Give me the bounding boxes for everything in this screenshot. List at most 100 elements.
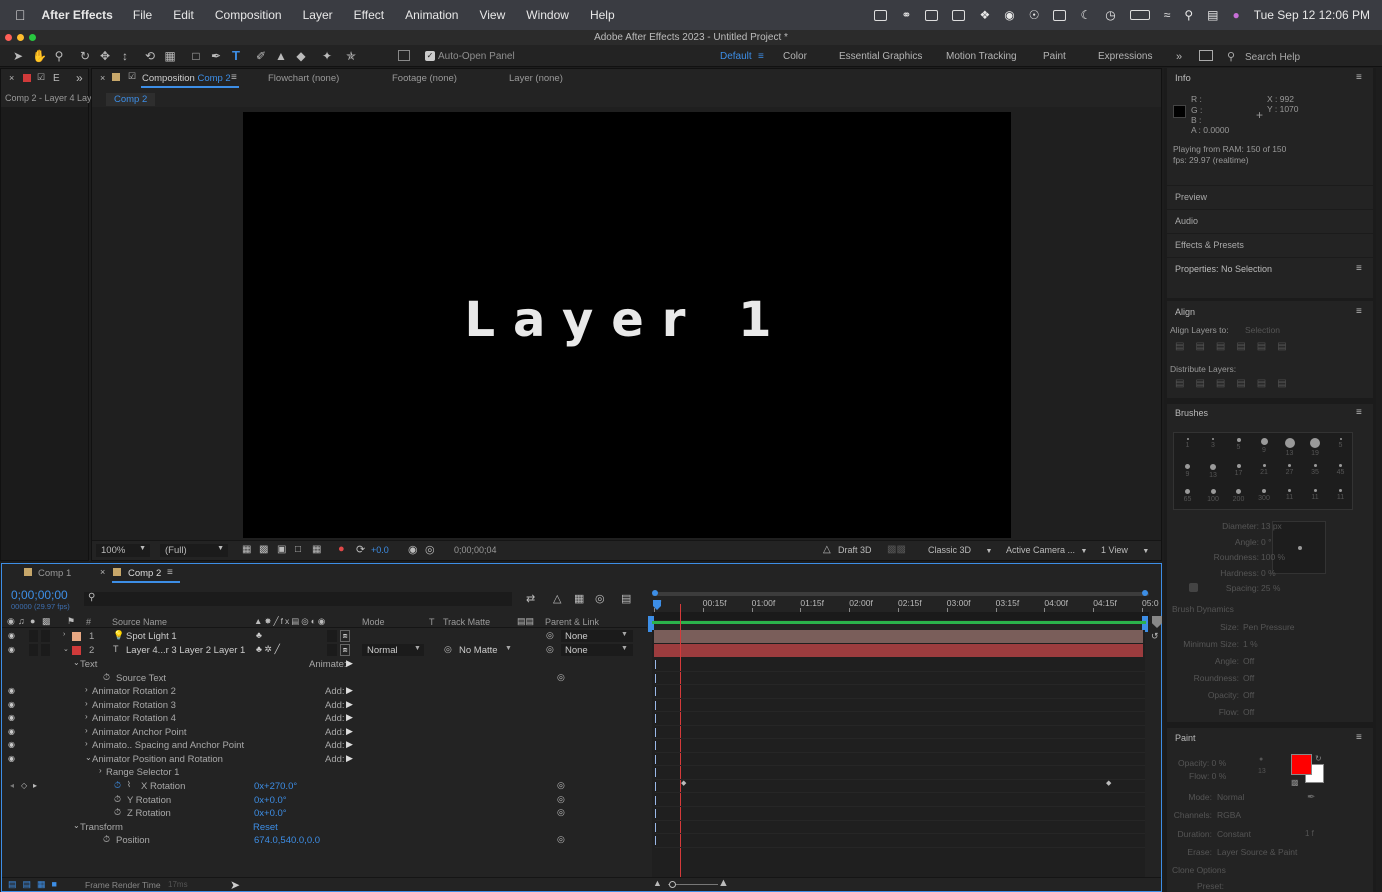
- menu-effect[interactable]: Effect: [354, 8, 384, 22]
- work-area-start-handle[interactable]: [652, 590, 658, 596]
- tab-menu-icon[interactable]: ≡: [167, 567, 173, 578]
- selection-tool-icon[interactable]: ➤: [11, 49, 25, 63]
- layer-1-duration-bar[interactable]: [654, 630, 1143, 643]
- layer-row[interactable]: ◉ › 1 💡 Spot Light 1 ♣ ⧈ ◎ None ▼: [5, 630, 645, 644]
- lock-toggle[interactable]: [41, 643, 50, 656]
- paint-prop-dropdown[interactable]: Constant: [1217, 829, 1251, 839]
- property-value[interactable]: 0x+270.0°: [254, 781, 297, 792]
- zoom-slider-handle[interactable]: [669, 881, 676, 888]
- property-track[interactable]: [655, 739, 1145, 753]
- twirl-down-icon[interactable]: ⌄: [73, 821, 80, 830]
- comp2-tab[interactable]: Comp 2: [128, 568, 161, 579]
- x-rotation-property[interactable]: ◂ ◇ ▸ ⏱ ⌇ X Rotation 0x+270.0° ◎: [5, 780, 645, 794]
- creative-cloud-icon[interactable]: ⚭: [901, 8, 911, 22]
- brush-tip[interactable]: 27: [1277, 461, 1302, 485]
- brush-tip[interactable]: 19: [1303, 435, 1328, 459]
- siri-icon[interactable]: ●: [1232, 8, 1239, 22]
- time-ruler[interactable]: 0f00:15f01:00f01:15f02:00f02:15f03:00f03…: [652, 598, 1159, 612]
- puppet-pin-tool-icon[interactable]: ✯: [344, 49, 358, 63]
- brush-tip[interactable]: 21: [1252, 461, 1277, 485]
- stopwatch-icon[interactable]: ⏱: [114, 794, 121, 805]
- menu-window[interactable]: Window: [526, 8, 569, 22]
- animator-group[interactable]: ◉ ⌄ Animator Position and Rotation Add: ▶: [5, 753, 645, 767]
- property-track[interactable]: [655, 766, 1145, 780]
- pan-camera-tool-icon[interactable]: ✥: [98, 49, 112, 63]
- property-track[interactable]: [655, 699, 1145, 713]
- fast-previews-icon[interactable]: ▦: [242, 544, 251, 555]
- brush-dynamics-dropdown[interactable]: Pen Pressure: [1243, 622, 1295, 632]
- close-composition-tab-icon[interactable]: ×: [100, 73, 105, 83]
- menu-help[interactable]: Help: [590, 8, 615, 22]
- solo-toggle[interactable]: [29, 643, 38, 656]
- layer-label-color[interactable]: [72, 632, 81, 641]
- project-item[interactable]: Comp 2 - Layer 4 Lay: [5, 93, 92, 103]
- add-menu-icon[interactable]: ▶: [346, 726, 353, 737]
- property-track[interactable]: [655, 753, 1145, 767]
- brush-tip[interactable]: 100: [1201, 486, 1226, 510]
- menu-edit[interactable]: Edit: [173, 8, 194, 22]
- zoom-dropdown[interactable]: 100% ▼: [96, 544, 150, 557]
- source-name-header[interactable]: Source Name: [112, 617, 167, 627]
- next-keyframe-icon[interactable]: ▸: [33, 781, 37, 790]
- comp-breadcrumb[interactable]: Comp 2: [106, 93, 156, 106]
- brush-tip[interactable]: 5: [1328, 435, 1353, 459]
- moon-icon[interactable]: ☾: [1080, 8, 1091, 22]
- close-comp2-tab-icon[interactable]: ×: [100, 567, 105, 577]
- workspace-color[interactable]: Color: [783, 51, 807, 62]
- grammarly-icon[interactable]: ☉: [1029, 8, 1040, 22]
- pan-behind-tool-icon[interactable]: ▦: [163, 49, 177, 63]
- stopwatch-icon[interactable]: ⏱: [103, 672, 110, 683]
- draft-3d-icon[interactable]: △: [823, 544, 831, 555]
- roto-brush-tool-icon[interactable]: ✦: [320, 49, 334, 63]
- twirl-right-icon[interactable]: ›: [85, 726, 88, 735]
- expand-panel-icon[interactable]: »: [76, 71, 83, 85]
- expand-layer-icon[interactable]: ›: [63, 631, 65, 638]
- workspace-paint[interactable]: Paint: [1043, 51, 1066, 62]
- foreground-color-swatch[interactable]: [1291, 754, 1312, 775]
- 3d-layer-toggle-icon[interactable]: ⧈: [340, 630, 350, 642]
- video-toggle-icon[interactable]: ◉: [8, 645, 17, 653]
- brush-tip[interactable]: 1: [1175, 435, 1200, 459]
- animator-group[interactable]: ◉ › Animator Anchor Point Add: ▶: [5, 726, 645, 740]
- hand-tool-icon[interactable]: ✋: [32, 49, 47, 63]
- brush-tip[interactable]: 17: [1226, 461, 1251, 485]
- align-to-dropdown[interactable]: Selection: [1245, 325, 1280, 335]
- app-status-icon[interactable]: [952, 9, 966, 21]
- add-menu-icon[interactable]: ▶: [346, 712, 353, 723]
- extension-icon[interactable]: ◉: [1004, 8, 1014, 22]
- zoom-out-icon[interactable]: ▲: [653, 878, 662, 888]
- paint-prop-dropdown[interactable]: RGBA: [1217, 810, 1241, 820]
- workspace-essential-graphics[interactable]: Essential Graphics: [839, 51, 922, 62]
- num-column-header[interactable]: #: [86, 617, 91, 627]
- transform-group[interactable]: ⌄ Transform Reset: [5, 821, 645, 835]
- y-rotation-property[interactable]: ⏱ Y Rotation 0x+0.0° ◎: [5, 794, 645, 808]
- menu-layer[interactable]: Layer: [303, 8, 333, 22]
- property-value[interactable]: 0x+0.0°: [254, 795, 287, 806]
- brush-tip[interactable]: 11: [1303, 486, 1328, 510]
- switch-icons[interactable]: ♣ ✲ ╱: [256, 644, 280, 655]
- keyboard-icon[interactable]: [1053, 9, 1067, 21]
- twirl-right-icon[interactable]: ›: [99, 766, 102, 775]
- draft-3d-label[interactable]: Draft 3D: [838, 545, 872, 555]
- minimize-window-button[interactable]: [17, 34, 24, 41]
- canvas-text-layer[interactable]: Layer 1: [464, 292, 789, 348]
- add-menu-icon[interactable]: ▶: [346, 685, 353, 696]
- brush-tip[interactable]: 11: [1328, 486, 1353, 510]
- layer-2-duration-bar[interactable]: [654, 644, 1143, 657]
- timeline-search-input[interactable]: ⚲: [84, 592, 512, 606]
- expand-layer-icon[interactable]: ⌄: [63, 645, 69, 653]
- brush-tip[interactable]: 300: [1252, 486, 1277, 510]
- menu-composition[interactable]: Composition: [215, 8, 282, 22]
- property-track[interactable]: [655, 712, 1145, 726]
- add-menu-icon[interactable]: ▶: [346, 739, 353, 750]
- source-text-property[interactable]: ⏱ Source Text ◎: [5, 672, 645, 686]
- info-panel-title[interactable]: Info: [1175, 73, 1191, 84]
- stopwatch-icon[interactable]: ⏱: [114, 780, 121, 791]
- add-menu-icon[interactable]: ▶: [346, 699, 353, 710]
- apple-icon[interactable]: : [15, 7, 26, 23]
- brush-dynamics-dropdown[interactable]: 1 %: [1243, 639, 1258, 649]
- dolly-camera-tool-icon[interactable]: ↕: [118, 49, 132, 63]
- brush-prop-value[interactable]: 0 %: [1261, 568, 1276, 578]
- transparency-grid-icon[interactable]: ▩: [259, 544, 268, 555]
- brush-prop-value[interactable]: 100 %: [1261, 552, 1285, 562]
